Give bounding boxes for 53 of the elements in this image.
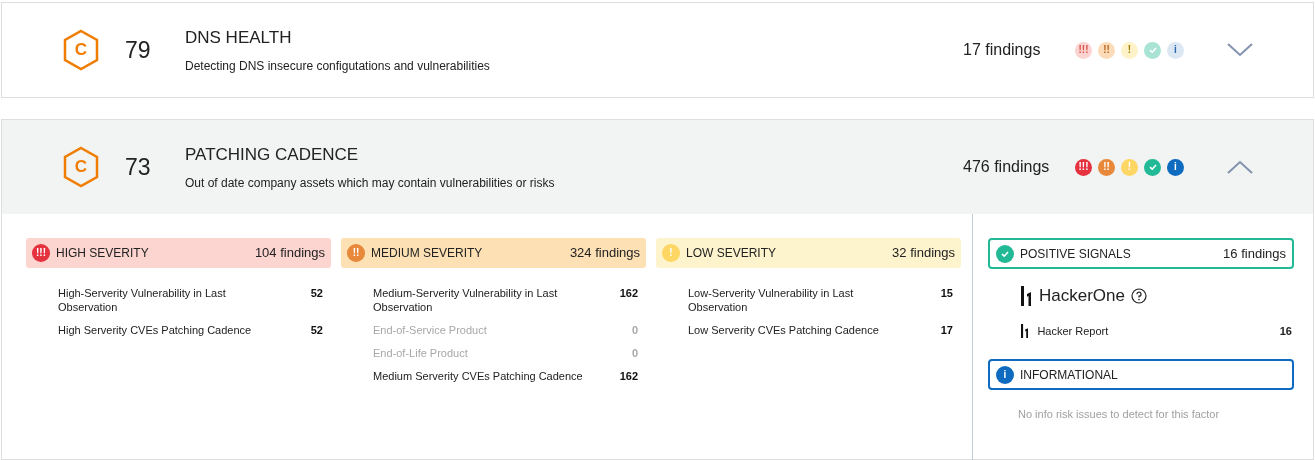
finding-name[interactable]: High-Serverity Vulnerability in Last Observation bbox=[58, 286, 268, 314]
positive-findings: 16 findings bbox=[1223, 244, 1286, 263]
finding-count: 17 bbox=[940, 323, 953, 337]
informational-label: INFORMATIONAL bbox=[1020, 366, 1118, 384]
factor-title: PATCHING CADENCE bbox=[185, 144, 360, 167]
finding-name[interactable]: Hacker Report bbox=[1037, 322, 1272, 339]
positive-label: POSITIVE SIGNALS bbox=[1020, 245, 1132, 263]
factor-description: Detecting DNS insecure configutations and vulnerabilities bbox=[185, 57, 491, 75]
severity-badge: !!! bbox=[32, 244, 50, 262]
severity-label: HIGH SEVERITY bbox=[56, 245, 150, 262]
severity-findings: 32 findings bbox=[892, 244, 955, 263]
findings-count: 17 findings bbox=[963, 40, 1042, 60]
finding-name[interactable]: Medium Serverity CVEs Patching Cadence bbox=[373, 369, 583, 383]
finding-name[interactable]: Medium-Serverity Vulnerability in Last Observation bbox=[373, 286, 583, 314]
info-badge: i bbox=[996, 365, 1014, 384]
finding-count: 52 bbox=[310, 323, 323, 337]
finding-name[interactable]: Low Serverity CVEs Patching Cadence bbox=[688, 323, 898, 337]
severity-badge: ! bbox=[1121, 158, 1138, 176]
finding-count: 16 bbox=[1279, 323, 1292, 339]
factor-score: 73 bbox=[125, 152, 152, 182]
factor-title: DNS HEALTH bbox=[185, 27, 293, 50]
help-icon[interactable] bbox=[1131, 287, 1147, 304]
severity-badge: ! bbox=[662, 244, 680, 262]
severity-badge: !! bbox=[1098, 41, 1115, 59]
finding-count: 162 bbox=[619, 286, 638, 301]
severity-findings: 324 findings bbox=[569, 244, 640, 263]
severity-badge: !!! bbox=[1075, 41, 1092, 59]
info-badge: i bbox=[1167, 158, 1184, 176]
finding-count: 0 bbox=[631, 346, 638, 360]
finding-count: 52 bbox=[310, 286, 323, 301]
info-badge: i bbox=[1167, 41, 1184, 59]
logo-icon bbox=[1021, 285, 1033, 306]
findings-count: 476 findings bbox=[963, 157, 1051, 177]
severity-badge: ! bbox=[1121, 41, 1138, 59]
grade-badge: C bbox=[62, 29, 100, 71]
finding-name[interactable]: High Serverity CVEs Patching Cadence bbox=[58, 323, 268, 337]
factor-score: 79 bbox=[125, 35, 152, 65]
severity-findings: 104 findings bbox=[254, 244, 325, 263]
finding-name[interactable]: Low-Serverity Vulnerability in Last Observation bbox=[688, 286, 898, 314]
finding-count: 0 bbox=[631, 323, 638, 337]
severity-badge: !! bbox=[1098, 158, 1115, 176]
factor-description: Out of date company assets which may contain vulnerabilities or risks bbox=[185, 174, 556, 192]
empty-message: No info risk issues to detect for this factor bbox=[1017, 407, 1221, 422]
severity-label: LOW SEVERITY bbox=[686, 245, 778, 262]
severity-badge: !!! bbox=[1075, 158, 1092, 176]
check-icon bbox=[996, 244, 1014, 263]
finding-count: 162 bbox=[619, 369, 638, 383]
finding-count: 15 bbox=[940, 286, 953, 301]
severity-badge: !! bbox=[347, 244, 365, 262]
logo-icon bbox=[1021, 323, 1030, 338]
severity-label: MEDIUM SEVERITY bbox=[371, 245, 484, 262]
grade-badge: C bbox=[62, 146, 100, 188]
provider-name: HackerOne bbox=[1039, 285, 1125, 307]
